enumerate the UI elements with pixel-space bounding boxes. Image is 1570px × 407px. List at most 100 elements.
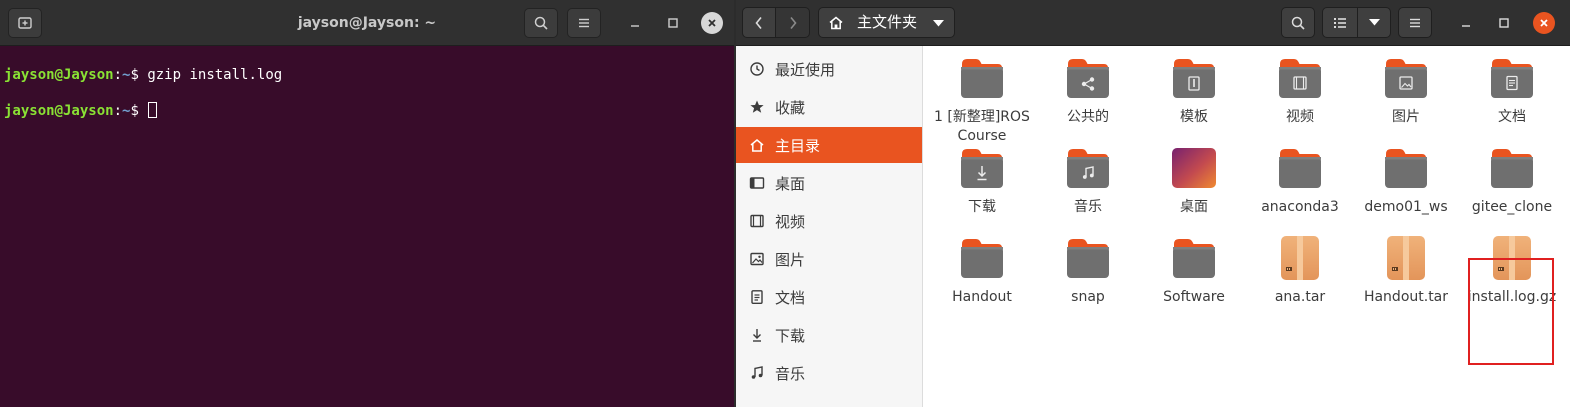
prompt-separator: : xyxy=(113,103,123,119)
file-item-label: ana.tar xyxy=(1274,289,1326,305)
minimize-icon xyxy=(631,25,639,27)
terminal-output[interactable]: jayson@Jayson:~$ gzip install.log jayson… xyxy=(4,48,282,156)
menu-button[interactable] xyxy=(567,8,601,38)
new-tab-button[interactable] xyxy=(8,8,42,38)
list-view-icon xyxy=(1334,17,1346,28)
back-button[interactable] xyxy=(742,7,776,38)
sidebar-item[interactable]: 视频 xyxy=(736,203,922,239)
minimize-button[interactable] xyxy=(1455,12,1477,34)
file-item-label: Software xyxy=(1163,289,1225,305)
new-tab-icon xyxy=(18,17,32,29)
terminal-window[interactable]: jayson@Jayson: ~ jayson@Jayson:~$ gzip i… xyxy=(0,0,734,407)
document-folder-icon xyxy=(1488,54,1536,102)
sidebar-item-label: 视频 xyxy=(775,212,806,231)
sidebar-item-label: 下载 xyxy=(775,326,806,345)
download-icon xyxy=(749,327,765,343)
file-item-label: 公共的 xyxy=(1067,109,1109,125)
picture-folder-icon xyxy=(1382,54,1430,102)
prompt-user: jayson@Jayson xyxy=(4,103,114,119)
desktop-folder-icon xyxy=(1170,144,1218,192)
chevron-down-icon[interactable] xyxy=(933,20,944,27)
view-list-button[interactable] xyxy=(1322,7,1358,38)
prompt-symbol: $ xyxy=(130,103,148,119)
minimize-icon xyxy=(1462,25,1470,27)
sidebar-item-label: 图片 xyxy=(775,250,806,269)
file-item-label: 音乐 xyxy=(1074,199,1102,215)
file-item-label: 图片 xyxy=(1392,109,1420,125)
sidebar-item[interactable]: 文档 xyxy=(736,279,922,315)
chevron-down-icon xyxy=(1368,19,1380,26)
file-item-label: Handout.tar xyxy=(1363,289,1449,305)
sidebar-item-label: 音乐 xyxy=(775,364,806,383)
view-options-button[interactable] xyxy=(1357,7,1391,38)
sidebar-item[interactable]: 主目录 xyxy=(736,127,922,163)
sidebar-item-label: 桌面 xyxy=(775,174,806,193)
desktop-icon xyxy=(749,175,765,191)
terminal-line: jayson@Jayson:~$ gzip install.log xyxy=(4,66,282,84)
file-item-label: 桌面 xyxy=(1180,199,1208,215)
sidebar-item-label: 文档 xyxy=(775,288,806,307)
hamburger-icon xyxy=(1410,18,1420,27)
sidebar-item[interactable]: 最近使用 xyxy=(736,51,922,87)
files-window[interactable]: 主文件夹 最近使用 收藏 主目录 桌面 视频 图片 文档 下载 音乐 1 [新整… xyxy=(736,0,1570,407)
folder-icon xyxy=(958,54,1006,102)
prompt-separator: : xyxy=(113,67,123,83)
folder-icon xyxy=(1488,144,1536,192)
download-folder-icon xyxy=(958,144,1006,192)
command-text: gzip install.log xyxy=(147,67,283,83)
folder-icon xyxy=(1382,144,1430,192)
template-folder-icon xyxy=(1170,54,1218,102)
close-button[interactable] xyxy=(701,12,723,34)
text-cursor xyxy=(148,102,158,118)
search-button[interactable] xyxy=(524,8,558,38)
sidebar-item[interactable]: 图片 xyxy=(736,241,922,277)
file-item-label: 下载 xyxy=(968,199,996,215)
file-item-label: 视频 xyxy=(1286,109,1314,125)
sidebar-item[interactable]: 音乐 xyxy=(736,355,922,391)
file-item-label: snap xyxy=(1071,289,1105,305)
maximize-button[interactable] xyxy=(662,12,684,34)
close-button[interactable] xyxy=(1533,12,1555,34)
location-bar[interactable]: 主文件夹 xyxy=(818,7,955,38)
share-folder-icon xyxy=(1064,54,1112,102)
picture-icon xyxy=(749,251,765,267)
search-button[interactable] xyxy=(1281,7,1315,38)
chevron-right-icon xyxy=(789,16,797,29)
folder-icon xyxy=(1064,234,1112,282)
maximize-button[interactable] xyxy=(1493,12,1515,34)
prompt-symbol: $ xyxy=(130,67,148,83)
files-titlebar[interactable]: 主文件夹 xyxy=(736,0,1570,46)
forward-button[interactable] xyxy=(776,7,810,38)
close-icon xyxy=(1540,19,1548,27)
sidebar-item[interactable]: 桌面 xyxy=(736,165,922,201)
prompt-user: jayson@Jayson xyxy=(4,67,114,83)
file-item-label: 文档 xyxy=(1498,109,1526,125)
video-folder-icon xyxy=(1276,54,1324,102)
sidebar-item[interactable]: 下载 xyxy=(736,317,922,353)
file-item-label: gitee_clone xyxy=(1471,199,1553,215)
clock-icon xyxy=(749,61,765,77)
archive-icon xyxy=(1382,234,1430,282)
sidebar-item[interactable]: 收藏 xyxy=(736,89,922,125)
music-icon xyxy=(749,365,765,381)
location-label: 主文件夹 xyxy=(857,13,918,31)
terminal-line: jayson@Jayson:~$ xyxy=(4,102,282,120)
archive-icon xyxy=(1276,234,1324,282)
maximize-icon xyxy=(1499,18,1509,28)
music-folder-icon xyxy=(1064,144,1112,192)
file-item-label: Handout xyxy=(952,289,1012,305)
home-icon xyxy=(749,137,765,153)
minimize-button[interactable] xyxy=(624,12,646,34)
home-icon xyxy=(829,16,843,30)
sidebar-item-label: 主目录 xyxy=(775,136,821,155)
folder-icon xyxy=(1170,234,1218,282)
star-icon xyxy=(749,99,765,115)
maximize-icon xyxy=(668,18,678,28)
file-item-label: 模板 xyxy=(1180,109,1208,125)
terminal-titlebar[interactable]: jayson@Jayson: ~ xyxy=(0,0,734,46)
search-icon xyxy=(1291,16,1305,30)
menu-button[interactable] xyxy=(1398,7,1432,38)
file-item-label: 1 [新整理]ROS Course xyxy=(934,109,1030,144)
places-sidebar[interactable]: 最近使用 收藏主目录桌面视频图片文档下载音乐 xyxy=(736,46,923,407)
search-icon xyxy=(534,16,548,30)
